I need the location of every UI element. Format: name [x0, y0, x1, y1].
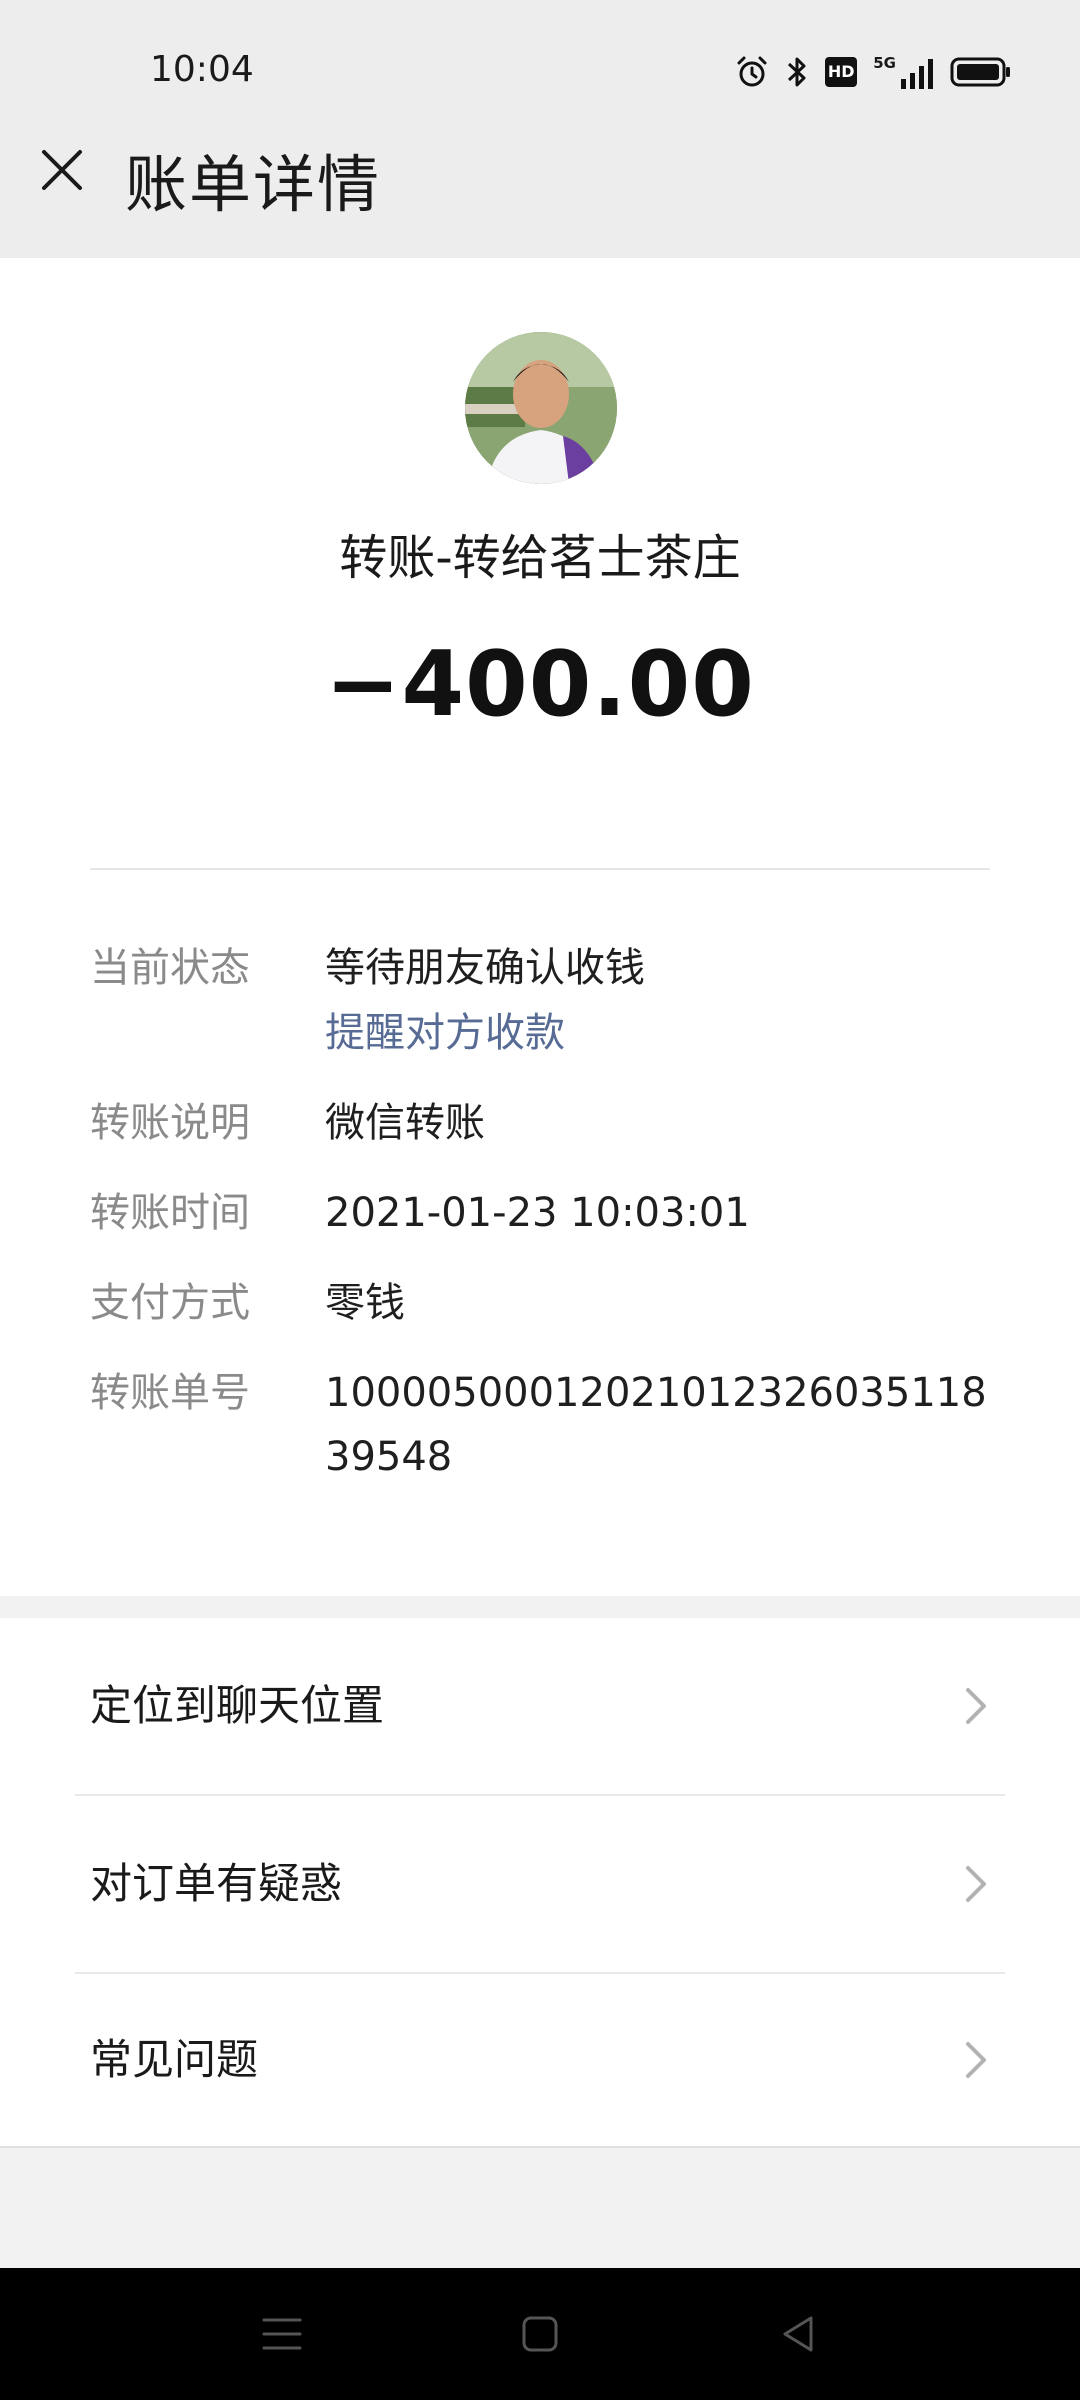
network-label: 5G [873, 53, 896, 72]
menu-icon [262, 2318, 302, 2350]
close-button[interactable] [30, 138, 94, 202]
hd-icon: HD [825, 57, 858, 87]
time-label: 转账时间 [90, 1190, 250, 1236]
status-label: 当前状态 [90, 945, 250, 991]
bluetooth-icon [785, 55, 809, 89]
time-value: 2021-01-23 10:03:01 [325, 1190, 750, 1236]
locate-in-chat-item[interactable]: 定位到聊天位置 [0, 1618, 1080, 1794]
order-question-item[interactable]: 对订单有疑惑 [0, 1796, 1080, 1972]
status-icons: HD 5G [735, 52, 1012, 92]
alarm-icon [735, 55, 769, 89]
chevron-right-icon [966, 1688, 986, 1724]
close-icon [42, 150, 82, 190]
action-label: 对订单有疑惑 [90, 1859, 343, 1908]
faq-item[interactable]: 常见问题 [0, 1972, 1080, 2148]
action-label: 常见问题 [90, 2035, 259, 2084]
avatar[interactable] [465, 332, 617, 484]
chevron-right-icon [966, 1866, 986, 1902]
back-button[interactable] [762, 2298, 834, 2370]
note-value: 微信转账 [325, 1100, 485, 1146]
action-label: 定位到聊天位置 [90, 1681, 385, 1730]
signal-5g-icon: 5G [873, 53, 934, 89]
back-icon [783, 2316, 813, 2352]
status-time: 10:04 [150, 49, 254, 90]
recent-apps-button[interactable] [246, 2298, 318, 2370]
order-number-value: 1000050001202101232603511839548 [325, 1370, 987, 1480]
divider [0, 2146, 1080, 2148]
transaction-title: 转账-转给茗士茶庄 [339, 530, 741, 586]
action-list: 定位到聊天位置 对订单有疑惑 常见问题 [0, 1618, 1080, 2148]
payment-method-label: 支付方式 [90, 1280, 250, 1326]
transaction-amount: −400.00 [325, 632, 755, 737]
remind-payee-link[interactable]: 提醒对方收款 [325, 1001, 565, 1065]
status-value: 等待朋友确认收钱 [325, 945, 645, 991]
chevron-right-icon [966, 2042, 986, 2078]
home-icon [522, 2316, 558, 2352]
page-title: 账单详情 [125, 148, 382, 221]
divider [90, 868, 990, 870]
note-label: 转账说明 [90, 1100, 250, 1146]
hd-label: HD [827, 62, 855, 81]
payment-method-value: 零钱 [325, 1280, 405, 1326]
order-number-label: 转账单号 [90, 1370, 250, 1416]
navigation-bar [0, 2268, 1080, 2400]
avatar-image [465, 332, 617, 484]
battery-icon [950, 56, 1012, 88]
home-button[interactable] [504, 2298, 576, 2370]
